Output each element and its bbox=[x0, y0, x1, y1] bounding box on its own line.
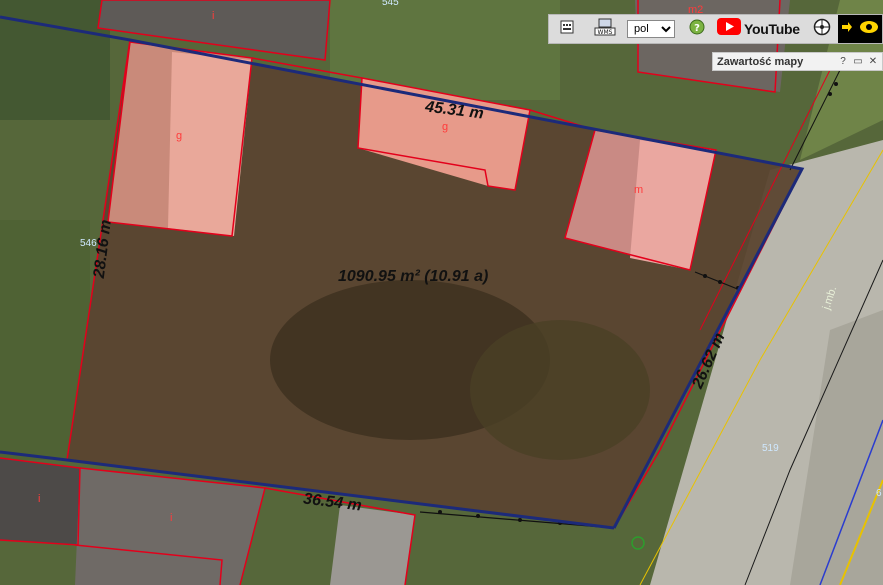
plot-number-west: 546 bbox=[80, 238, 97, 249]
use-symbol-3: g bbox=[442, 121, 449, 133]
plot-number-north: 545 bbox=[382, 0, 399, 8]
wms-icon: WMS bbox=[594, 18, 616, 41]
panel-help-button[interactable]: ? bbox=[837, 56, 849, 68]
building-s bbox=[330, 505, 415, 585]
print-icon bbox=[559, 19, 575, 40]
visibility-toggle[interactable] bbox=[838, 15, 882, 43]
use-symbol-4: m bbox=[634, 184, 644, 196]
parcel-area-label: 1090.95 m² (10.91 a) bbox=[338, 268, 489, 285]
help-button[interactable]: ? bbox=[685, 17, 709, 41]
youtube-link[interactable]: YouTube bbox=[717, 18, 800, 40]
map-contents-title[interactable]: Zawartość mapy bbox=[717, 56, 837, 68]
panel-close-button[interactable]: ✕ bbox=[867, 56, 879, 68]
map-toolbar: WMS pol ? YouTube bbox=[548, 14, 883, 44]
compass-button[interactable] bbox=[810, 17, 834, 41]
map-contents-panel: Zawartość mapy ? ▭ ✕ bbox=[712, 52, 883, 71]
help-icon: ? bbox=[689, 19, 705, 40]
arrow-right-icon bbox=[841, 20, 853, 38]
panel-minimize-button[interactable]: ▭ bbox=[852, 56, 864, 68]
print-button[interactable] bbox=[555, 17, 579, 41]
svg-text:WMS: WMS bbox=[598, 29, 613, 36]
use-symbol-6: i bbox=[38, 493, 41, 505]
svg-text:?: ? bbox=[694, 23, 700, 34]
use-symbol-2: g bbox=[176, 130, 183, 142]
compass-icon bbox=[813, 18, 831, 41]
use-symbol-1: i bbox=[212, 10, 215, 22]
trees-nw bbox=[0, 0, 110, 120]
map-canvas[interactable] bbox=[0, 0, 883, 585]
youtube-label: YouTube bbox=[744, 21, 800, 37]
language-select[interactable]: pol bbox=[627, 20, 675, 38]
plot-number-east: 519 bbox=[762, 443, 779, 454]
tree-canopy-2 bbox=[470, 320, 650, 460]
eye-icon bbox=[859, 20, 879, 39]
wms-button[interactable]: WMS bbox=[593, 17, 617, 41]
youtube-icon bbox=[717, 18, 741, 40]
plot-number-edge: 6 bbox=[876, 488, 882, 499]
use-symbol-7: i bbox=[170, 512, 173, 524]
